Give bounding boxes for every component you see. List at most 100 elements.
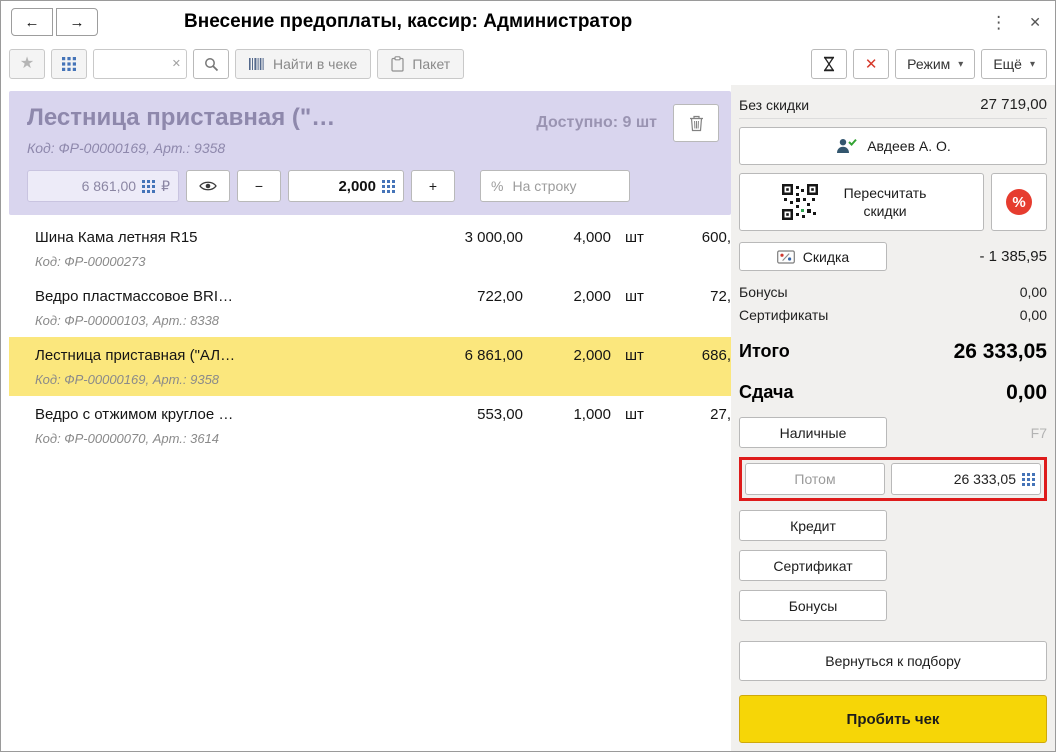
available-qty: Доступно: 9 шт [536, 114, 657, 131]
eye-icon [199, 181, 217, 191]
receipt-row[interactable]: Шина Кама летняя R15 3 000,00 4,000 шт 6… [9, 219, 731, 278]
clear-icon[interactable]: ✕ [172, 58, 181, 70]
hourglass-icon [823, 56, 835, 72]
row-qty: 2,000 [573, 288, 611, 305]
page-title: Внесение предоплаты, кассир: Администрат… [184, 11, 633, 32]
back-button[interactable]: ← [11, 8, 53, 36]
row-amount: 27, [710, 406, 731, 423]
ruble-sign: ₽ [161, 177, 170, 194]
chevron-down-icon: ▾ [1029, 58, 1035, 70]
forward-arrow-icon: → [69, 13, 85, 31]
kebab-menu-icon[interactable]: ⋮ [990, 14, 1007, 31]
later-amount-value: 26 333,05 [953, 471, 1016, 487]
search-icon [204, 57, 218, 71]
quantity-value: 2,000 [338, 177, 376, 195]
bonuses-value: 0,00 [1019, 283, 1047, 300]
packet-button[interactable]: Пакет [377, 49, 465, 79]
back-to-selection-button[interactable]: Вернуться к подбору [739, 641, 1047, 681]
row-name: Шина Кама летняя R15 [35, 229, 198, 246]
pay-later-highlight: Потом 26 333,05 [739, 457, 1047, 501]
find-in-check-button[interactable]: Найти в чеке [235, 49, 372, 79]
delete-line-button[interactable] [673, 104, 719, 142]
ring-up-check-label: Пробить чек [846, 710, 940, 728]
row-amount: 686, [701, 347, 731, 364]
pay-later-label: Потом [794, 471, 836, 487]
mode-dropdown[interactable]: Режим ▾ [895, 49, 976, 79]
row-name: Ведро пластмассовое BRI… [35, 288, 234, 305]
row-qty: 4,000 [573, 229, 611, 246]
change-value: 0,00 [1006, 380, 1047, 404]
total-value: 26 333,05 [953, 339, 1047, 363]
more-dropdown[interactable]: Ещё ▾ [981, 49, 1047, 79]
pay-credit-button[interactable]: Кредит [739, 510, 887, 541]
pay-cash-button[interactable]: Наличные [739, 417, 887, 448]
row-price: 553,00 [477, 406, 523, 423]
line-discount-field[interactable]: % На строку [480, 170, 630, 202]
clipboard-icon [391, 56, 404, 72]
payment-panel: Без скидки 27 719,00 Авдеев А. О. Пересч… [731, 85, 1055, 751]
row-qty: 2,000 [573, 347, 611, 364]
row-unit: шт [625, 406, 644, 423]
product-card: Лестница приставная ("… Код: ФР-00000169… [9, 91, 731, 215]
receipt-row[interactable]: Ведро пластмассовое BRI… 722,00 2,000 шт… [9, 278, 731, 337]
keypad-icon[interactable] [142, 179, 156, 193]
search-button[interactable] [193, 49, 229, 79]
customer-name: Авдеев А. О. [867, 138, 951, 154]
visibility-button[interactable] [186, 170, 230, 202]
line-discount-placeholder: На строку [512, 178, 577, 194]
plus-icon: + [428, 178, 438, 194]
receipt-row[interactable]: Ведро с отжимом круглое … 553,00 1,000 ш… [9, 396, 731, 455]
keypad-icon [62, 57, 76, 71]
discount-label: Скидка [802, 248, 850, 265]
change-label: Сдача [739, 382, 794, 402]
forward-button[interactable]: → [56, 8, 98, 36]
row-unit: шт [625, 347, 644, 364]
keypad-icon[interactable] [382, 179, 395, 193]
later-amount-field[interactable]: 26 333,05 [891, 463, 1041, 495]
person-check-icon [837, 138, 857, 153]
increase-qty-button[interactable]: + [411, 170, 455, 202]
back-arrow-icon: ← [24, 13, 40, 31]
row-qty: 1,000 [573, 406, 611, 423]
receipt-row-selected[interactable]: Лестница приставная ("АЛ… 6 861,00 2,000… [9, 337, 731, 396]
no-discount-value: 27 719,00 [980, 96, 1047, 113]
pay-certificate-label: Сертификат [773, 557, 853, 574]
recalculate-discounts-button[interactable]: Пересчитать скидки [739, 173, 984, 231]
back-to-selection-label: Вернуться к подбору [825, 653, 961, 669]
discount-button[interactable]: Скидка [739, 242, 887, 271]
titlebar: ← → Внесение предоплаты, кассир: Админис… [1, 1, 1055, 43]
receipt-lines: Шина Кама летняя R15 3 000,00 4,000 шт 6… [9, 219, 731, 455]
total-label: Итого [739, 341, 790, 361]
quick-search-input[interactable] [100, 55, 172, 73]
decrease-qty-button[interactable]: − [237, 170, 281, 202]
manual-discount-button[interactable]: % [991, 173, 1047, 231]
row-unit: шт [625, 229, 644, 246]
product-code: Код: ФР-00000169, Арт.: 9358 [27, 140, 226, 156]
row-name: Ведро с отжимом круглое … [35, 406, 234, 423]
favorites-button[interactable]: ★ [9, 49, 45, 79]
row-code: Код: ФР-00000070, Арт.: 3614 [35, 431, 220, 446]
row-price: 6 861,00 [464, 347, 523, 364]
quantity-field[interactable]: 2,000 [288, 170, 404, 202]
barcode-icon [249, 58, 264, 70]
chevron-down-icon: ▾ [958, 58, 964, 70]
pay-bonuses-label: Бонусы [788, 597, 838, 614]
ring-up-check-button[interactable]: Пробить чек [739, 695, 1047, 743]
qr-code-icon [782, 184, 818, 220]
pay-bonuses-button[interactable]: Бонусы [739, 590, 887, 621]
close-icon[interactable]: ✕ [1029, 15, 1041, 29]
price-field[interactable]: 6 861,00 ₽ [27, 170, 179, 202]
pay-later-button[interactable]: Потом [745, 463, 885, 495]
keypad-icon[interactable] [1022, 472, 1035, 486]
pay-credit-label: Кредит [790, 517, 836, 534]
pay-certificate-button[interactable]: Сертификат [739, 550, 887, 581]
numpad-button[interactable] [51, 49, 87, 79]
price-value: 6 861,00 [81, 178, 137, 194]
hourglass-button[interactable] [811, 49, 848, 79]
customer-button[interactable]: Авдеев А. О. [739, 127, 1047, 165]
discount-value: - 1 385,95 [979, 248, 1047, 265]
certificates-value: 0,00 [1019, 306, 1047, 323]
no-discount-label: Без скидки [739, 96, 810, 113]
cancel-check-button[interactable]: ✕ [853, 49, 890, 79]
quick-search[interactable]: ✕ [93, 49, 187, 79]
